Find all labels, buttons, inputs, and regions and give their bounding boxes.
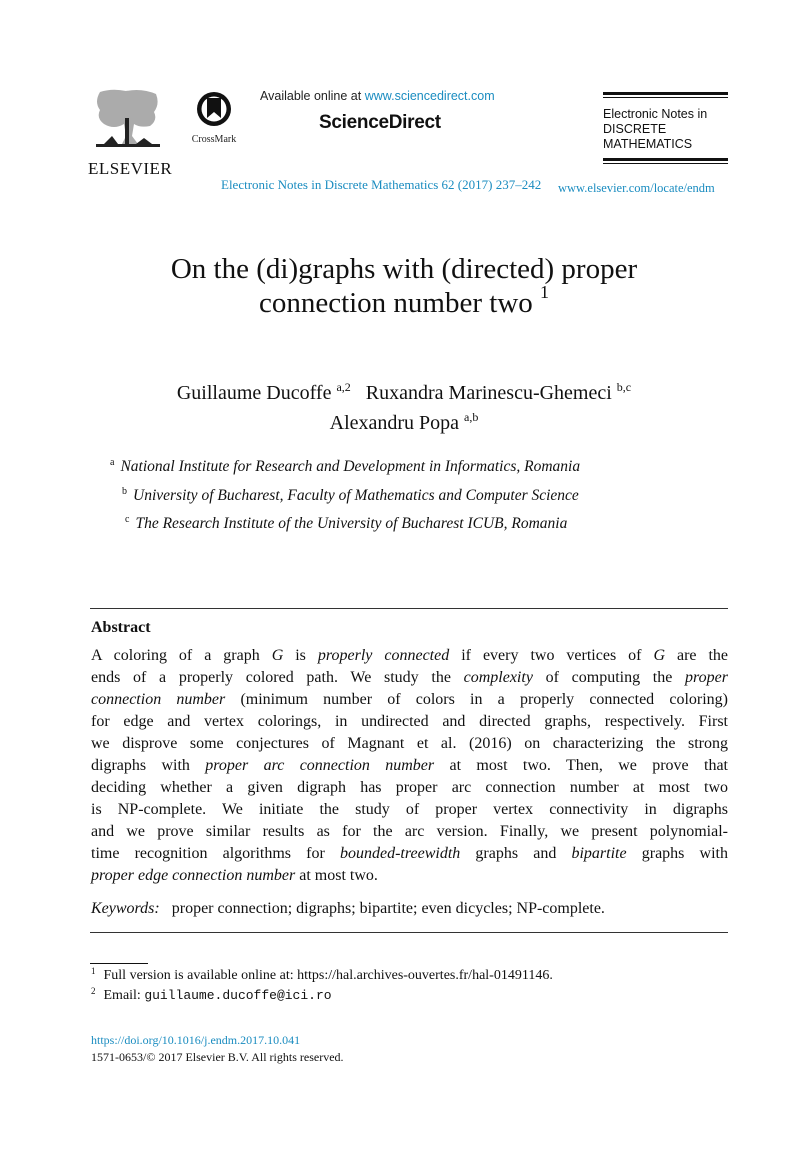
keywords-label: Keywords:	[91, 900, 160, 917]
journal-citation[interactable]: Electronic Notes in Discrete Mathematics…	[221, 177, 541, 193]
abstract-rule-bottom	[90, 932, 728, 933]
brand-rule-bottom	[603, 158, 728, 164]
footnote-label: Email:	[103, 988, 145, 1003]
abstract-line: A coloring of a graph G is properly conn…	[91, 645, 728, 667]
text-run: digraphs with	[91, 757, 206, 774]
abstract-line: connection number (minimum number of col…	[91, 689, 728, 711]
keywords: Keywords: proper connection; digraphs; b…	[91, 900, 605, 918]
affiliation-mark: b	[122, 485, 127, 497]
sciencedirect-logo: ScienceDirect	[319, 112, 441, 133]
available-prefix: Available online at	[260, 89, 365, 103]
affiliation-mark: c	[125, 514, 130, 525]
affiliation-text: University of Bucharest, Faculty of Math…	[133, 486, 579, 504]
copyright-notice: 1571-0653/© 2017 Elsevier B.V. All right…	[91, 1050, 344, 1064]
emphasis-text: G	[653, 647, 665, 664]
author-marks: a,2	[336, 380, 351, 394]
crossmark-badge[interactable]: CrossMark	[186, 90, 242, 146]
abstract-line: time recognition algorithms for bounded-…	[91, 843, 728, 865]
brand-line: Electronic Notes in	[603, 107, 708, 121]
text-run: time recognition algorithms for	[91, 845, 340, 862]
author-list: Guillaume Ducoffe a,2 Ruxandra Marinescu…	[60, 378, 748, 438]
text-run: we disprove some conjectures of Magnant …	[91, 735, 728, 752]
emphasis-text: proper	[685, 669, 728, 686]
title-line-2: connection number two	[258, 287, 533, 319]
affiliation: c The Research Institute of the Universit…	[60, 510, 760, 539]
author-marks: a,b	[464, 410, 479, 424]
affiliation-text: The Research Institute of the University…	[135, 515, 568, 532]
affiliation-list: a National Institute for Research and Dev…	[60, 453, 760, 539]
text-run: for edge and vertex colorings, in undire…	[91, 713, 728, 730]
text-run: at most two. Then, we prove that	[434, 757, 729, 774]
title-line-1: On the (di)graphs with (directed) proper	[170, 253, 638, 285]
emphasis-text: connection number	[91, 691, 226, 708]
journal-url-link[interactable]: www.elsevier.com/locate/endm	[558, 181, 715, 196]
abstract-line: ends of a properly colored path. We stud…	[91, 667, 728, 689]
abstract-line: we disprove some conjectures of Magnant …	[91, 733, 728, 755]
emphasis-text: complexity	[463, 669, 533, 686]
text-run: (minimum number of colors in a properly …	[225, 691, 729, 708]
emphasis-text: bounded-treewidth	[340, 845, 461, 862]
brand-line: DISCRETE	[603, 122, 667, 136]
journal-brand-title: Electronic Notes in DISCRETE MATHEMATICS	[603, 98, 728, 158]
author-name: Alexandru Popa	[329, 412, 460, 434]
author-name: Guillaume Ducoffe	[176, 382, 332, 404]
text-run: graphs with	[626, 845, 728, 862]
author-name: Ruxandra Marinescu-Ghemeci	[365, 382, 612, 404]
abstract-heading: Abstract	[91, 619, 151, 636]
available-online-line: Available online at www.sciencedirect.co…	[260, 89, 495, 103]
text-run: of computing the	[532, 669, 686, 686]
abstract-line: is NP-complete. We initiate the study of…	[91, 799, 728, 821]
crossmark-icon	[197, 92, 231, 126]
footnote-mark: 2	[91, 986, 96, 996]
crossmark-label: CrossMark	[191, 134, 237, 145]
footnote-text: Full version is available online at: htt…	[103, 968, 553, 983]
abstract-line: and we prove similar results as for the …	[91, 821, 728, 843]
affiliation: a National Institute for Research and Dev…	[60, 453, 760, 482]
text-run: if every two vertices of	[449, 647, 654, 664]
elsevier-logo: ELSEVIER	[88, 88, 173, 178]
emphasis-text: properly connected	[317, 647, 450, 664]
journal-brand: Electronic Notes in DISCRETE MATHEMATICS	[603, 92, 728, 164]
text-run: are the	[665, 647, 729, 664]
footnote-mark: 1	[91, 966, 96, 976]
affiliation-mark: a	[110, 457, 115, 468]
emphasis-text: G	[271, 647, 284, 664]
email-link[interactable]: guillaume.ducoffe@ici.ro	[144, 988, 331, 1003]
emphasis-text: bipartite	[571, 845, 627, 862]
footnotes: 1 Full version is available online at: ht…	[91, 966, 553, 1006]
text-run: at most two.	[295, 867, 378, 884]
elsevier-wordmark: ELSEVIER	[88, 159, 173, 178]
footnote-rule	[90, 963, 148, 964]
text-run: A coloring of a graph	[91, 647, 272, 664]
text-run: is NP-complete. We initiate the study of…	[91, 801, 728, 818]
abstract-body: A coloring of a graph G is properly conn…	[91, 645, 728, 887]
abstract-line: digraphs with proper arc connection numb…	[91, 755, 728, 777]
title-footnote-mark[interactable]: 1	[540, 282, 549, 302]
footnote: 1 Full version is available online at: ht…	[91, 966, 553, 986]
text-run: is	[283, 647, 318, 664]
text-run: and we prove similar results as for the …	[91, 823, 728, 840]
paper-title: On the (di)graphs with (directed) proper…	[60, 252, 748, 320]
emphasis-text: proper arc connection number	[205, 757, 435, 774]
abstract-rule-top	[90, 608, 728, 609]
sciencedirect-link[interactable]: www.sciencedirect.com	[365, 89, 495, 103]
keywords-list: proper connection; digraphs; bipartite; …	[171, 900, 605, 917]
doi-link[interactable]: https://doi.org/10.1016/j.endm.2017.10.0…	[91, 1033, 300, 1048]
affiliation: b University of Bucharest, Faculty of Mat…	[60, 482, 760, 511]
text-run: deciding whether a given digraph has pro…	[91, 779, 728, 796]
footnote: 2 Email: guillaume.ducoffe@ici.ro	[91, 986, 553, 1006]
abstract-line: for edge and vertex colorings, in undire…	[91, 711, 728, 733]
abstract-line: deciding whether a given digraph has pro…	[91, 777, 728, 799]
affiliation-text: National Institute for Research and Deve…	[120, 458, 581, 475]
emphasis-text: proper edge connection number	[91, 867, 296, 884]
elsevier-tree-icon	[96, 89, 160, 147]
text-run: graphs and	[460, 845, 572, 862]
abstract-line: proper edge connection number at most tw…	[91, 865, 728, 887]
brand-line: MATHEMATICS	[603, 137, 693, 151]
author-marks: b,c	[616, 380, 632, 394]
text-run: ends of a properly colored path. We stud…	[91, 669, 464, 686]
